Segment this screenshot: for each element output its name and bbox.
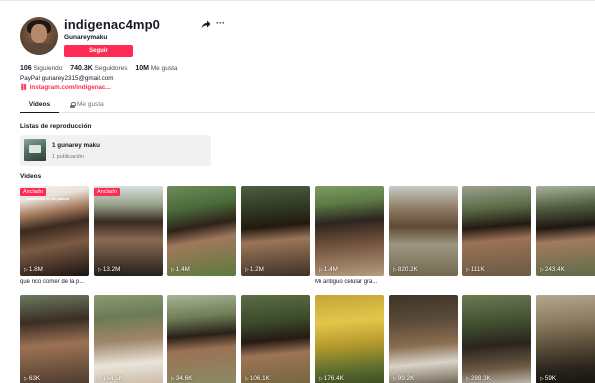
view-count-text: 288.3K [470, 375, 491, 382]
play-icon: ▷ [245, 375, 249, 382]
video-card[interactable]: ▷ 820.2K [389, 186, 458, 276]
video-card[interactable]: ▷ 99.2K [389, 295, 458, 383]
pinned-badge: Anclado [20, 188, 46, 196]
video-card[interactable]: ▷ 106.1K [241, 295, 310, 383]
play-icon: ▷ [245, 266, 249, 273]
view-count-text: 111K [470, 266, 485, 273]
video-card[interactable]: ▷ 176.4K [315, 295, 384, 383]
play-icon: ▷ [319, 375, 323, 382]
play-icon: ▷ [466, 375, 470, 382]
playlist-thumbnail [24, 139, 46, 161]
pinned-badge: Anclado [94, 188, 120, 196]
view-count-text: 34.6K [175, 375, 193, 382]
video-view-count: ▷ 1.4M [171, 266, 190, 273]
view-count-text: 106.1K [249, 375, 270, 382]
more-options-icon[interactable]: ··· [216, 19, 225, 28]
video-caption[interactable]: que rico comer de la p... [20, 279, 89, 285]
tab-videos[interactable]: Videos [20, 99, 59, 113]
follow-button[interactable]: Seguir [64, 45, 133, 57]
playlist-name: 1 gunarey maku [52, 142, 100, 149]
play-icon: ▷ [98, 266, 102, 273]
playlist-count: 1 publicación [52, 154, 85, 160]
play-icon: ▷ [171, 375, 175, 382]
view-count-text: 59K [544, 375, 557, 382]
play-icon: ▷ [171, 266, 175, 273]
videos-title: Videos [20, 173, 42, 180]
tab-likes-label: Me gusta [77, 101, 104, 108]
video-card[interactable]: ▷ 1.4M [167, 186, 236, 276]
video-view-count: ▷ 99.2K [393, 375, 414, 382]
view-count-text: 243.4K [544, 266, 565, 273]
profile-bio: PayPal gunarey2315@gmail.com [20, 75, 114, 82]
view-count-text: 63K [28, 375, 41, 382]
video-view-count: ▷ 34.6K [171, 375, 192, 382]
view-count-text: 1.8M [28, 266, 43, 273]
play-icon: ▷ [24, 375, 28, 382]
video-card[interactable]: Anclado ▷ 13.2M [94, 186, 163, 276]
play-icon: ▷ [319, 266, 323, 273]
video-overlay-text: comiendo en mi paseo [26, 196, 70, 201]
play-icon: ▷ [540, 266, 544, 273]
profile-link[interactable]: ⛓ instagram.com/indigenac... [20, 84, 111, 91]
play-icon: ▷ [466, 266, 470, 273]
likes-count: 10M [135, 65, 149, 72]
playlist-card[interactable]: 1 gunarey maku 1 publicación [20, 135, 211, 166]
profile-tabs: Videos Me gusta [20, 99, 595, 113]
view-count-text: 1.4M [323, 266, 338, 273]
video-card[interactable]: ▷ 243.4K [536, 186, 595, 276]
avatar[interactable] [20, 17, 58, 55]
video-card[interactable]: ▷ 164.5K [94, 295, 163, 383]
profile-link-text[interactable]: instagram.com/indigenac... [30, 84, 111, 91]
video-view-count: ▷ 164.5K [98, 375, 123, 382]
play-icon: ▷ [24, 266, 28, 273]
video-card[interactable]: ▷ 111K [462, 186, 531, 276]
video-view-count: ▷ 1.4M [319, 266, 338, 273]
play-icon: ▷ [393, 375, 397, 382]
video-view-count: ▷ 288.3K [466, 375, 491, 382]
video-view-count: ▷ 1.8M [24, 266, 43, 273]
followers-count[interactable]: 740.3K [70, 65, 93, 72]
video-view-count: ▷ 820.2K [393, 266, 418, 273]
view-count-text: 164.5K [102, 375, 123, 382]
view-count-text: 820.2K [397, 266, 418, 273]
video-view-count: ▷ 1.2M [245, 266, 264, 273]
view-count-text: 1.2M [249, 266, 264, 273]
lock-icon [70, 102, 76, 108]
view-count-text: 176.4K [323, 375, 344, 382]
video-card[interactable]: ▷ 288.3K [462, 295, 531, 383]
share-icon[interactable] [201, 20, 211, 29]
video-caption[interactable]: Mi antiguo celular gra... [315, 279, 384, 285]
top-divider [0, 0, 595, 1]
view-count-text: 1.4M [175, 266, 190, 273]
video-view-count: ▷ 111K [466, 266, 485, 273]
following-label: Siguiendo [33, 65, 63, 72]
video-card[interactable]: ▷ 59K [536, 295, 595, 383]
video-card[interactable]: ▷ 63K [20, 295, 89, 383]
video-view-count: ▷ 13.2M [98, 266, 120, 273]
video-card[interactable]: ▷ 34.6K [167, 295, 236, 383]
link-icon: ⛓ [20, 85, 28, 91]
video-view-count: ▷ 63K [24, 375, 40, 382]
profile-username: indigenac4mp0 [64, 17, 160, 32]
profile-display-name: Gunareymaku [64, 34, 108, 41]
video-card[interactable]: ▷ 1.2M [241, 186, 310, 276]
play-icon: ▷ [393, 266, 397, 273]
view-count-text: 99.2K [397, 375, 415, 382]
video-view-count: ▷ 176.4K [319, 375, 344, 382]
video-card[interactable]: Anclado comiendo en mi paseo ▷ 1.8M [20, 186, 89, 276]
play-icon: ▷ [98, 375, 102, 382]
playlists-title: Listas de reproducción [20, 123, 92, 130]
followers-label: Seguidores [94, 65, 128, 72]
play-icon: ▷ [540, 375, 544, 382]
video-view-count: ▷ 243.4K [540, 266, 565, 273]
profile-stats: 106 Siguiendo 740.3K Seguidores 10M Me g… [20, 65, 184, 72]
video-view-count: ▷ 59K [540, 375, 556, 382]
following-count[interactable]: 106 [20, 65, 32, 72]
view-count-text: 13.2M [102, 266, 121, 273]
video-card[interactable]: ▷ 1.4M [315, 186, 384, 276]
likes-label: Me gusta [150, 65, 178, 72]
tab-likes[interactable]: Me gusta [70, 99, 104, 111]
video-view-count: ▷ 106.1K [245, 375, 270, 382]
